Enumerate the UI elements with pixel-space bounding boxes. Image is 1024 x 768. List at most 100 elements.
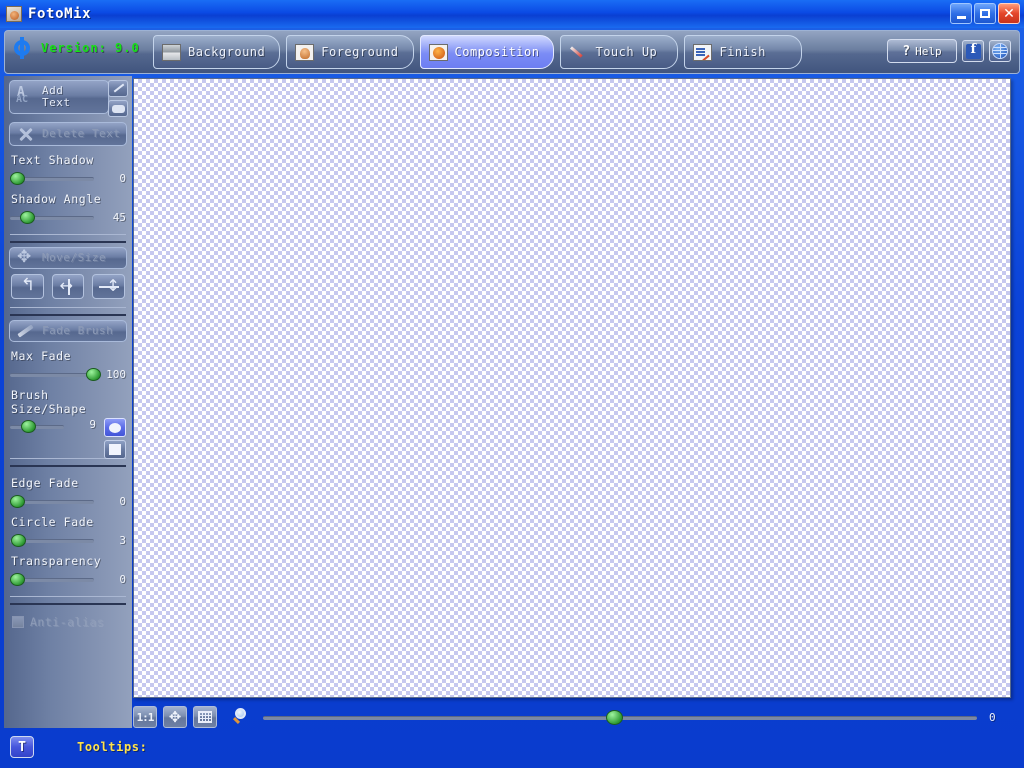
window-title: FotoMix xyxy=(28,6,92,22)
divider xyxy=(10,458,126,467)
text-mini-buttons xyxy=(108,80,128,117)
brush-shape-circle-button[interactable] xyxy=(104,418,126,437)
zoom-slider-knob[interactable] xyxy=(605,710,623,725)
image-canvas[interactable] xyxy=(133,78,1011,698)
version-label: Version: 9.0 xyxy=(41,41,140,55)
tab-composition[interactable]: Composition xyxy=(419,35,555,69)
circle-icon xyxy=(109,422,121,433)
maximize-icon xyxy=(980,9,990,18)
tab-foreground[interactable]: Foreground xyxy=(286,35,414,69)
circle-fade-slider[interactable]: 3 xyxy=(10,531,126,549)
max-fade-track[interactable] xyxy=(10,366,101,382)
globe-icon xyxy=(992,43,1008,59)
tab-touch-up-label: Touch Up xyxy=(595,45,658,59)
one-to-one-icon: 1:1 xyxy=(136,710,155,724)
transparency-track[interactable] xyxy=(10,571,94,587)
slider-bar xyxy=(10,425,64,429)
brush-size-slider[interactable]: 9 xyxy=(10,418,126,459)
slider-knob[interactable] xyxy=(10,534,26,547)
circle-fade-track[interactable] xyxy=(10,532,94,548)
slider-knob[interactable] xyxy=(20,420,36,433)
question-mark-icon: ? xyxy=(902,43,911,59)
text-shadow-track[interactable] xyxy=(10,170,94,186)
brush-shape-buttons xyxy=(104,418,126,459)
text-shadow-value: 0 xyxy=(119,171,126,185)
grid-icon xyxy=(198,711,212,723)
text-shadow-slider[interactable]: 0 xyxy=(10,169,126,187)
minimize-button[interactable] xyxy=(950,3,972,24)
max-fade-value: 100 xyxy=(106,367,126,381)
edge-controls-group: Edge Fade 0 Circle Fade 3 Transparency 0 xyxy=(4,469,132,588)
anti-alias-checkbox[interactable] xyxy=(12,616,24,628)
tab-finish[interactable]: Finish xyxy=(684,35,803,69)
close-button[interactable]: ✕ xyxy=(998,3,1020,24)
finish-document-icon xyxy=(693,43,713,61)
transform-button-row xyxy=(4,269,132,299)
circle-fade-value: 3 xyxy=(119,533,126,547)
transparency-slider[interactable]: 0 xyxy=(10,570,126,588)
slider-knob[interactable] xyxy=(85,368,101,381)
slider-knob[interactable] xyxy=(10,172,25,185)
fade-brush-button[interactable]: Fade Brush xyxy=(9,320,127,342)
shadow-angle-slider[interactable]: 45 xyxy=(10,208,126,226)
brand-area: Version: 9.0 xyxy=(11,37,140,59)
edge-fade-track[interactable] xyxy=(10,493,94,509)
zoom-slider[interactable] xyxy=(263,707,977,727)
brush-size-track[interactable] xyxy=(10,418,64,434)
canvas-bottom-toolbar: 1:1 0 xyxy=(133,704,1013,730)
window-controls: ✕ xyxy=(950,3,1020,24)
flip-horizontal-button[interactable] xyxy=(51,274,85,299)
facebook-icon xyxy=(965,42,981,59)
tooltip-toggle-label: T xyxy=(18,739,26,755)
transparency-value: 0 xyxy=(119,572,126,586)
brush-size-label: Brush Size/Shape xyxy=(11,388,87,416)
brush-size-value: 9 xyxy=(89,418,96,431)
move-size-icon xyxy=(16,247,36,268)
fade-controls-group: Max Fade 100 Brush Size/Shape 9 xyxy=(4,342,132,459)
magnifier-icon xyxy=(231,707,251,727)
edge-fade-label: Edge Fade xyxy=(11,476,79,490)
help-button[interactable]: ? Help xyxy=(887,39,957,63)
tab-foreground-label: Foreground xyxy=(321,45,399,59)
delete-text-button[interactable]: Delete Text xyxy=(9,122,127,146)
slider-knob[interactable] xyxy=(20,211,36,224)
shadow-angle-value: 45 xyxy=(112,210,126,224)
brush-shape-square-button[interactable] xyxy=(104,440,126,459)
fade-brush-icon xyxy=(16,321,36,341)
circle-fade-label: Circle Fade xyxy=(11,515,94,529)
foreground-person-icon xyxy=(295,43,315,61)
brush-icon xyxy=(569,44,588,61)
facebook-button[interactable] xyxy=(962,40,984,62)
max-fade-slider[interactable]: 100 xyxy=(10,365,126,383)
move-size-button[interactable]: Move/Size xyxy=(9,247,127,269)
add-text-icon xyxy=(16,85,36,107)
toggle-grid-button[interactable] xyxy=(193,706,217,728)
text-shadow-group: Text Shadow 0 Shadow Angle 45 xyxy=(4,146,132,226)
shadow-angle-track[interactable] xyxy=(10,209,94,225)
fit-to-window-button[interactable] xyxy=(163,706,187,728)
fotomix-logo-icon xyxy=(11,37,33,59)
tab-touch-up[interactable]: Touch Up xyxy=(560,35,679,69)
square-icon xyxy=(109,444,121,455)
zoom-actual-size-button[interactable]: 1:1 xyxy=(133,706,157,728)
text-style-button[interactable] xyxy=(108,100,128,117)
divider xyxy=(10,234,126,243)
tab-background[interactable]: Background xyxy=(153,35,281,69)
slider-knob[interactable] xyxy=(10,495,25,508)
flip-vertical-button[interactable] xyxy=(92,274,126,299)
tab-composition-label: Composition xyxy=(454,45,540,59)
anti-alias-label: Anti-alias xyxy=(30,615,105,629)
add-text-button[interactable]: Add Text xyxy=(9,80,109,114)
maximize-button[interactable] xyxy=(974,3,996,24)
delete-x-icon xyxy=(16,124,36,144)
website-button[interactable] xyxy=(989,40,1011,62)
edge-fade-slider[interactable]: 0 xyxy=(10,492,126,510)
slider-knob[interactable] xyxy=(10,573,25,586)
rotate-button[interactable] xyxy=(11,274,44,299)
minimize-icon xyxy=(956,15,966,19)
tooltips-label: Tooltips: xyxy=(77,740,148,754)
divider xyxy=(10,307,126,316)
text-edit-pen-button[interactable] xyxy=(108,80,128,97)
anti-alias-row[interactable]: Anti-alias xyxy=(4,607,132,629)
tooltip-toggle-button[interactable]: T xyxy=(10,736,34,758)
